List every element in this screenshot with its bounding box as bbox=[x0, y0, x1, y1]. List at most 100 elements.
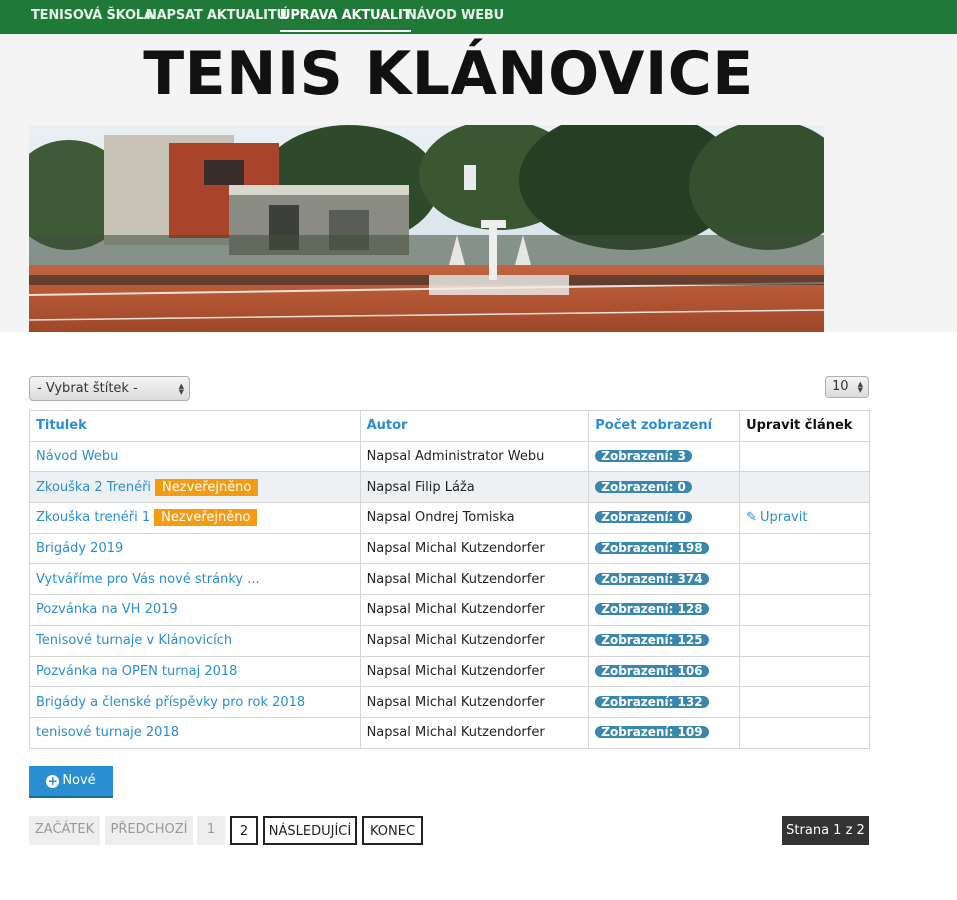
article-title-link[interactable]: Zkouška 2 Trenéři bbox=[36, 480, 151, 495]
edit-cell bbox=[739, 532, 870, 565]
pagination-first: Začátek bbox=[29, 816, 100, 845]
pagination-prev: Předchozí bbox=[105, 816, 193, 845]
author-cell: Napsal Ondrej Tomiska bbox=[359, 502, 590, 534]
title-cell: Pozvánka na OPEN turnaj 2018 bbox=[29, 655, 361, 688]
unpublished-badge: Nezveřejněno bbox=[154, 509, 258, 527]
article-title-link[interactable]: Vytváříme pro Vás nové stránky ... bbox=[36, 572, 260, 587]
per-page-value: 10 bbox=[832, 379, 849, 394]
article-title-link[interactable]: Brigády 2019 bbox=[36, 541, 123, 556]
author-cell: Napsal Michal Kutzendorfer bbox=[359, 686, 590, 718]
author-cell: Napsal Administrator Webu bbox=[359, 440, 590, 473]
updown-arrows-icon: ▲ ▼ bbox=[857, 380, 863, 394]
column-header-pocet-zobrazeni[interactable]: Počet zobrazení bbox=[588, 410, 741, 442]
hero-image bbox=[29, 125, 824, 332]
article-title-link[interactable]: Pozvánka na VH 2019 bbox=[36, 602, 178, 617]
table-row: Vytváříme pro Vás nové stránky ... Napsa… bbox=[29, 563, 870, 596]
plus-circle-icon: + bbox=[46, 774, 60, 788]
author-cell: Napsal Michal Kutzendorfer bbox=[359, 532, 590, 565]
tag-select[interactable]: - Vybrat štítek - ▲ ▼ bbox=[29, 376, 190, 401]
edit-cell bbox=[739, 594, 870, 626]
table-row: Návod Webu Napsal Administrator Webu Zob… bbox=[29, 440, 870, 473]
article-title-link[interactable]: Tenisové turnaje v Klánovicích bbox=[36, 633, 232, 648]
article-title-link[interactable]: Pozvánka na OPEN turnaj 2018 bbox=[36, 664, 237, 679]
views-badge: Zobrazení: 106 bbox=[595, 664, 709, 677]
views-badge: Zobrazení: 109 bbox=[595, 726, 709, 739]
author-cell: Napsal Michal Kutzendorfer bbox=[359, 716, 590, 749]
edit-article-label: Upravit bbox=[759, 510, 808, 526]
edit-cell bbox=[739, 716, 870, 749]
views-badge: Zobrazení: 0 bbox=[595, 511, 692, 524]
edit-pencil-icon: ✎ bbox=[746, 510, 757, 526]
article-title-link[interactable]: tenisové turnaje 2018 bbox=[36, 725, 179, 740]
pagination-page-2[interactable]: 2 bbox=[230, 816, 258, 845]
column-header-autor[interactable]: Autor bbox=[359, 410, 590, 442]
pagination-last[interactable]: Konec bbox=[362, 816, 423, 845]
table-row: Pozvánka na VH 2019 Napsal Michal Kutzen… bbox=[29, 594, 870, 626]
title-cell: Zkouška 2 Trenéři Nezveřejněno bbox=[29, 471, 361, 504]
page-info: Strana 1 z 2 bbox=[782, 816, 869, 845]
edit-cell bbox=[739, 471, 870, 504]
per-page-select[interactable]: 10 ▲ ▼ bbox=[825, 376, 869, 398]
views-badge: Zobrazení: 0 bbox=[595, 480, 692, 493]
views-cell: Zobrazení: 0 bbox=[588, 471, 741, 504]
edit-cell bbox=[739, 686, 870, 718]
author-cell: Napsal Michal Kutzendorfer bbox=[359, 563, 590, 596]
new-article-button[interactable]: + Nové bbox=[29, 766, 113, 798]
views-badge: Zobrazení: 198 bbox=[595, 542, 709, 555]
column-header-upravit-clanek: Upravit článek bbox=[739, 410, 870, 442]
article-title-link[interactable]: Zkouška trenéři 1 bbox=[36, 510, 150, 525]
title-cell: Tenisové turnaje v Klánovicích bbox=[29, 624, 361, 657]
title-cell: Brigády 2019 bbox=[29, 532, 361, 565]
views-cell: Zobrazení: 128 bbox=[588, 594, 741, 626]
table-header-row: Titulek Autor Počet zobrazení Upravit čl… bbox=[29, 410, 870, 442]
table-row: tenisové turnaje 2018 Napsal Michal Kutz… bbox=[29, 716, 870, 749]
title-cell: Brigády a členské příspěvky pro rok 2018 bbox=[29, 686, 361, 718]
table-row: Brigády a členské příspěvky pro rok 2018… bbox=[29, 686, 870, 718]
views-cell: Zobrazení: 198 bbox=[588, 532, 741, 565]
column-header-titulek[interactable]: Titulek bbox=[29, 410, 361, 442]
article-title-link[interactable]: Brigády a členské příspěvky pro rok 2018 bbox=[36, 695, 305, 710]
views-badge: Zobrazení: 128 bbox=[595, 603, 709, 616]
table-row: Brigády 2019 Napsal Michal Kutzendorfer … bbox=[29, 532, 870, 565]
views-cell: Zobrazení: 125 bbox=[588, 624, 741, 657]
views-cell: Zobrazení: 3 bbox=[588, 440, 741, 473]
author-cell: Napsal Michal Kutzendorfer bbox=[359, 624, 590, 657]
nav-item-tenisova-skola[interactable]: Tenisová škola bbox=[31, 0, 154, 34]
table-row: Zkouška trenéři 1 Nezveřejněno Napsal Ond… bbox=[29, 502, 870, 534]
views-badge: Zobrazení: 132 bbox=[595, 695, 709, 708]
edit-cell bbox=[739, 563, 870, 596]
author-cell: Napsal Michal Kutzendorfer bbox=[359, 655, 590, 688]
edit-cell bbox=[739, 655, 870, 688]
nav-item-napsat-aktualitu[interactable]: Napsat aktualitu bbox=[146, 0, 287, 34]
title-cell: tenisové turnaje 2018 bbox=[29, 716, 361, 749]
table-row: Pozvánka na OPEN turnaj 2018 Napsal Mich… bbox=[29, 655, 870, 688]
table-row: Tenisové turnaje v Klánovicích Napsal Mi… bbox=[29, 624, 870, 657]
title-cell: Návod Webu bbox=[29, 440, 361, 473]
table-row: Zkouška 2 Trenéři Nezveřejněno Napsal Fil… bbox=[29, 471, 870, 504]
views-cell: Zobrazení: 374 bbox=[588, 563, 741, 596]
edit-cell: ✎ Upravit bbox=[739, 502, 870, 534]
edit-cell bbox=[739, 440, 870, 473]
title-cell: Pozvánka na VH 2019 bbox=[29, 594, 361, 626]
edit-article-link[interactable]: ✎ Upravit bbox=[746, 510, 807, 525]
pagination-next[interactable]: Následující bbox=[263, 816, 357, 845]
views-badge: Zobrazení: 374 bbox=[595, 572, 709, 585]
article-title-link[interactable]: Návod Webu bbox=[36, 449, 118, 464]
updown-arrows-icon: ▲ ▼ bbox=[178, 381, 184, 396]
views-cell: Zobrazení: 109 bbox=[588, 716, 741, 749]
views-cell: Zobrazení: 106 bbox=[588, 655, 741, 688]
pagination-page-1: 1 bbox=[197, 816, 225, 845]
author-cell: Napsal Filip Láža bbox=[359, 471, 590, 504]
views-badge: Zobrazení: 3 bbox=[595, 450, 692, 463]
views-cell: Zobrazení: 0 bbox=[588, 502, 741, 534]
title-cell: Vytváříme pro Vás nové stránky ... bbox=[29, 563, 361, 596]
views-cell: Zobrazení: 132 bbox=[588, 686, 741, 718]
author-cell: Napsal Michal Kutzendorfer bbox=[359, 594, 590, 626]
nav-item-navod-webu[interactable]: Návod webu bbox=[406, 0, 504, 34]
top-navigation: Tenisová škola Napsat aktualitu Úprava a… bbox=[0, 0, 957, 34]
unpublished-badge: Nezveřejněno bbox=[155, 478, 259, 496]
nav-item-uprava-aktualit[interactable]: Úprava aktualit bbox=[280, 0, 411, 32]
views-badge: Zobrazení: 125 bbox=[595, 634, 709, 647]
tag-select-value: - Vybrat štítek - bbox=[37, 381, 138, 396]
articles-table: Titulek Autor Počet zobrazení Upravit čl… bbox=[29, 410, 870, 749]
